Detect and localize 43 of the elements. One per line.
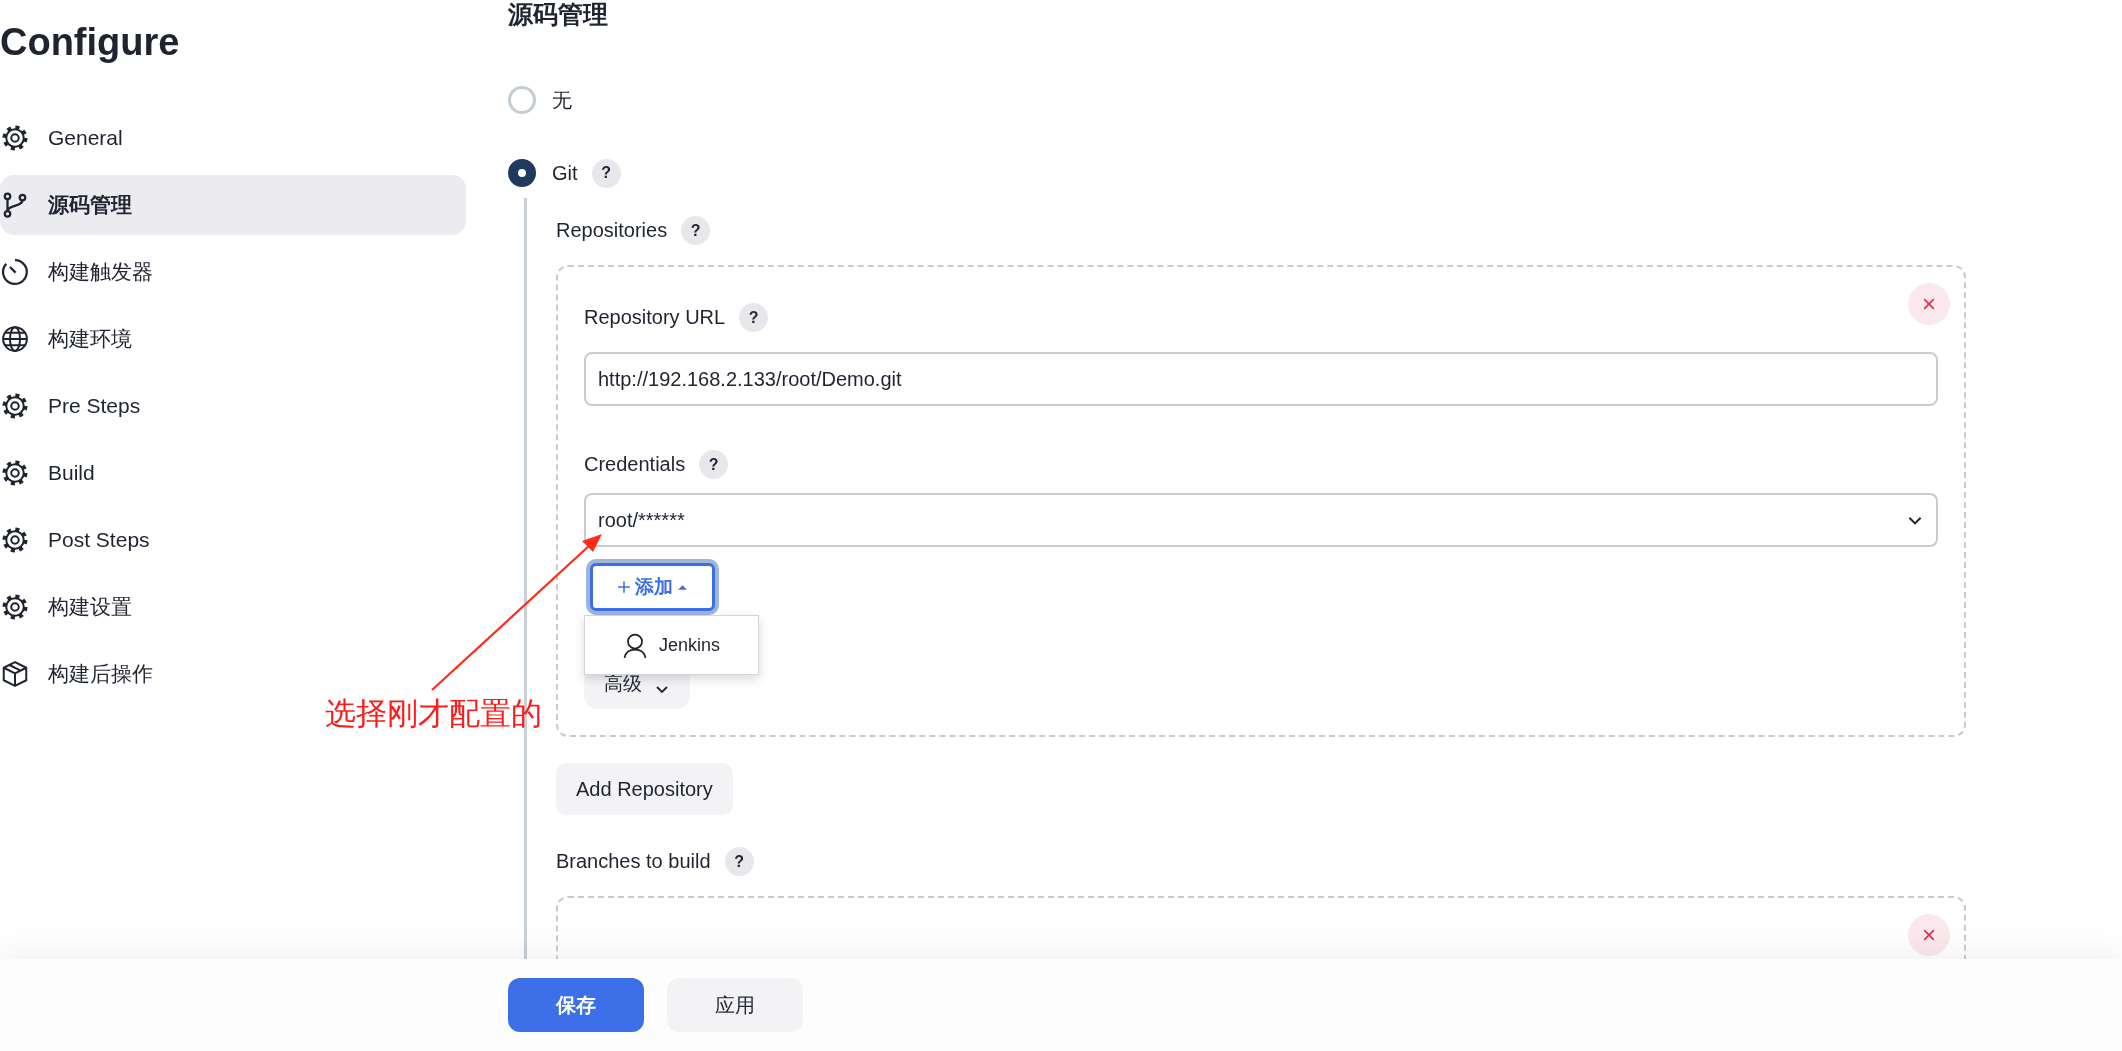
option-label: Git [552,161,578,185]
url-field[interactable]: http://192.168.2.133/root/Demo.git [584,352,1938,406]
close-icon [1923,298,1935,310]
option-label: 无 [552,87,572,113]
sidebar-item[interactable]: General [0,108,466,168]
package-icon [0,659,30,689]
field-label: Credentials [584,453,686,476]
close-button[interactable] [1908,914,1950,956]
gear-icon [0,592,30,622]
globe-icon [0,324,30,354]
field-label: Branches to build [556,850,711,873]
help-button[interactable]: ? [699,450,729,479]
help-button[interactable]: ? [591,158,621,188]
field-label: Repositories [556,219,668,242]
field-label: Repository URL [584,306,726,329]
gear-icon [0,123,30,153]
page-title: Configure [0,20,181,64]
sidebar-item[interactable]: 构建设置 [0,577,466,637]
timer-icon [0,257,30,287]
help-button[interactable]: ? [681,216,711,245]
person-icon [621,631,649,659]
annotation-text: 选择刚才配置的 [325,695,542,733]
sidebar-item[interactable]: 源码管理 [0,175,466,235]
radio-button[interactable] [508,159,536,187]
sidebar-item[interactable]: 构建环境 [0,309,466,369]
sidebar-item[interactable]: Pre Steps [0,376,466,436]
add-repository-button[interactable]: Add Repository [556,763,733,815]
gear-icon [0,391,30,421]
section-title: 源码管理 [508,0,609,28]
save-button[interactable]: 保存 [508,978,644,1032]
close-button[interactable] [1908,283,1950,325]
sidebar-item[interactable]: 构建触发器 [0,242,466,302]
plus-icon [617,580,631,594]
gear-icon [0,458,30,488]
help-button[interactable]: ? [724,847,754,876]
gear-icon [0,525,30,555]
help-button[interactable]: ? [739,303,769,332]
apply-button[interactable]: 应用 [667,978,803,1032]
credentials-select[interactable]: root/****** [584,493,1938,547]
sidebar-item[interactable]: Post Steps [0,510,466,570]
sidebar-item[interactable]: Build [0,443,466,503]
close-icon [1923,929,1935,941]
menu-item[interactable]: Jenkins [585,616,758,674]
